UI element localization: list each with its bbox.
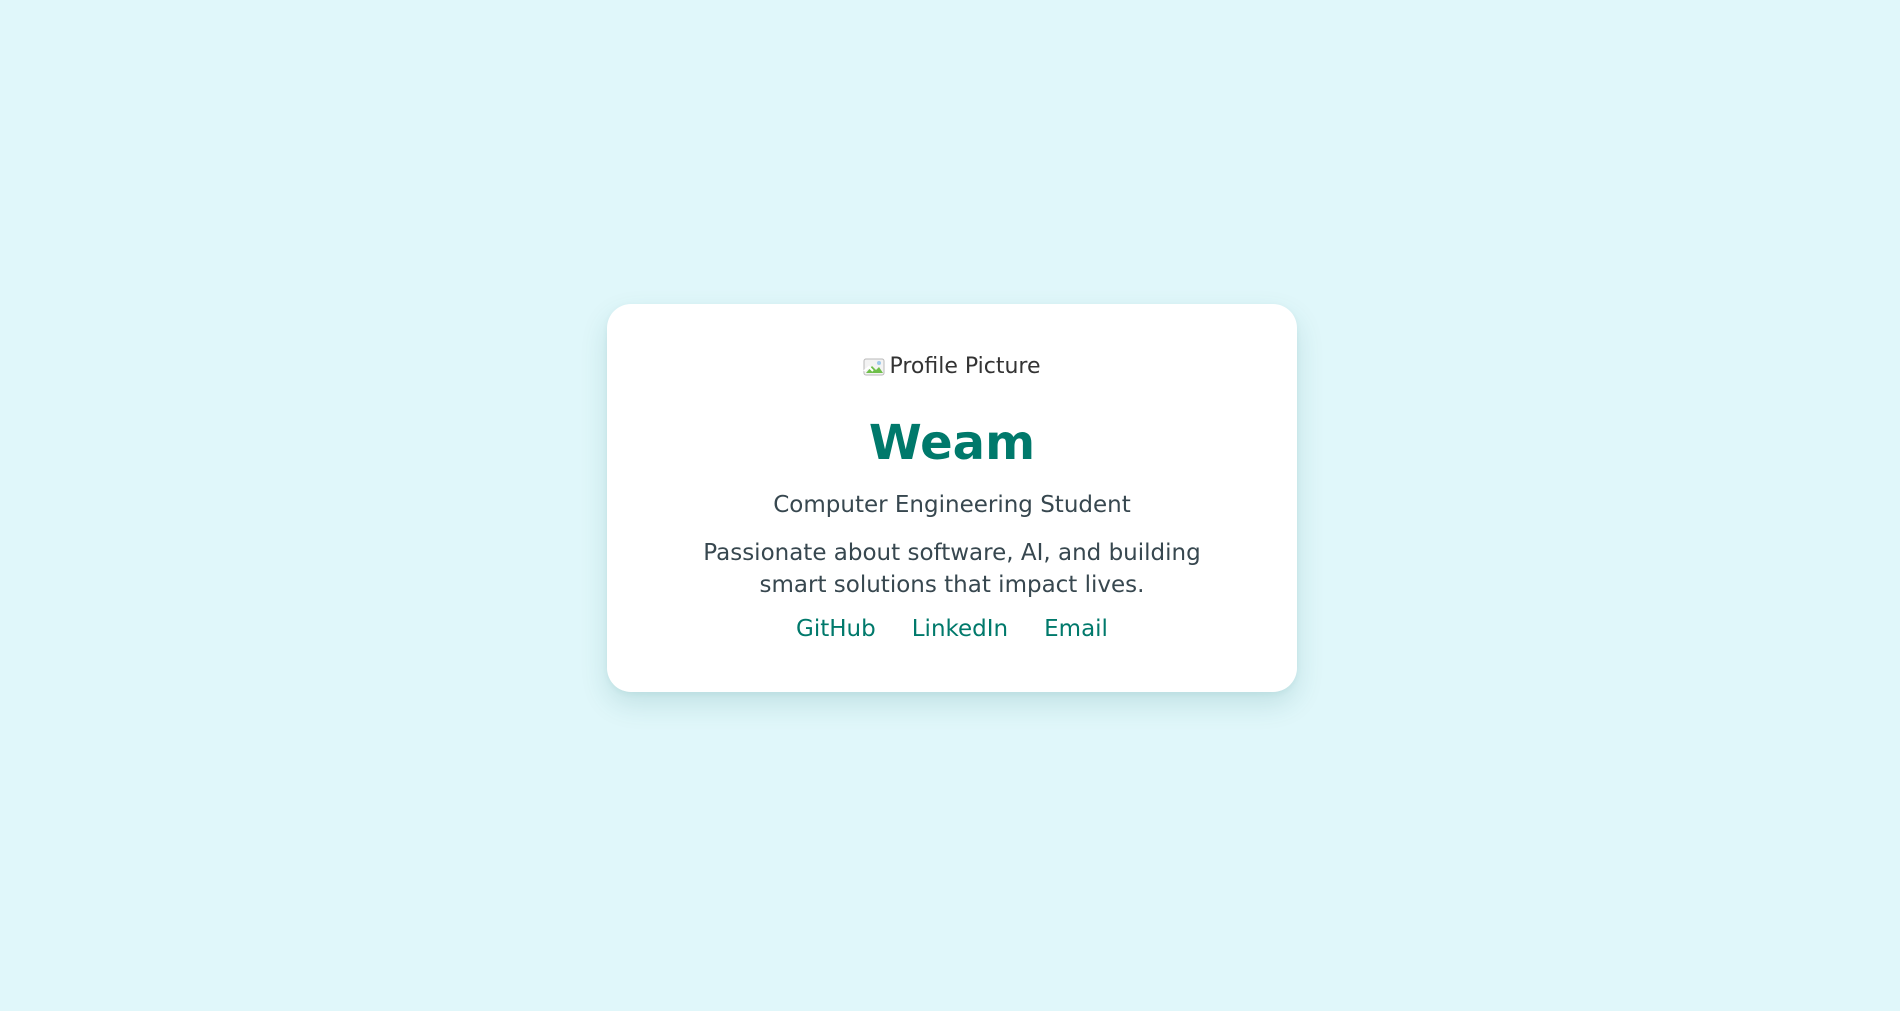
profile-picture-alt-text: Profile Picture (889, 354, 1041, 379)
profile-card: Profile Picture Weam Computer Engineerin… (607, 304, 1297, 692)
profile-name: Weam (868, 415, 1036, 471)
email-link[interactable]: Email (1044, 614, 1108, 644)
broken-image-icon (863, 358, 885, 376)
linkedin-link[interactable]: LinkedIn (912, 614, 1008, 644)
profile-role: Computer Engineering Student (773, 492, 1131, 518)
social-links: GitHub LinkedIn Email (607, 614, 1297, 644)
profile-bio: Passionate about software, AI, and build… (703, 540, 1201, 598)
github-link[interactable]: GitHub (796, 614, 876, 644)
avatar-container: Profile Picture (607, 354, 1297, 384)
profile-picture: Profile Picture (863, 354, 1041, 380)
